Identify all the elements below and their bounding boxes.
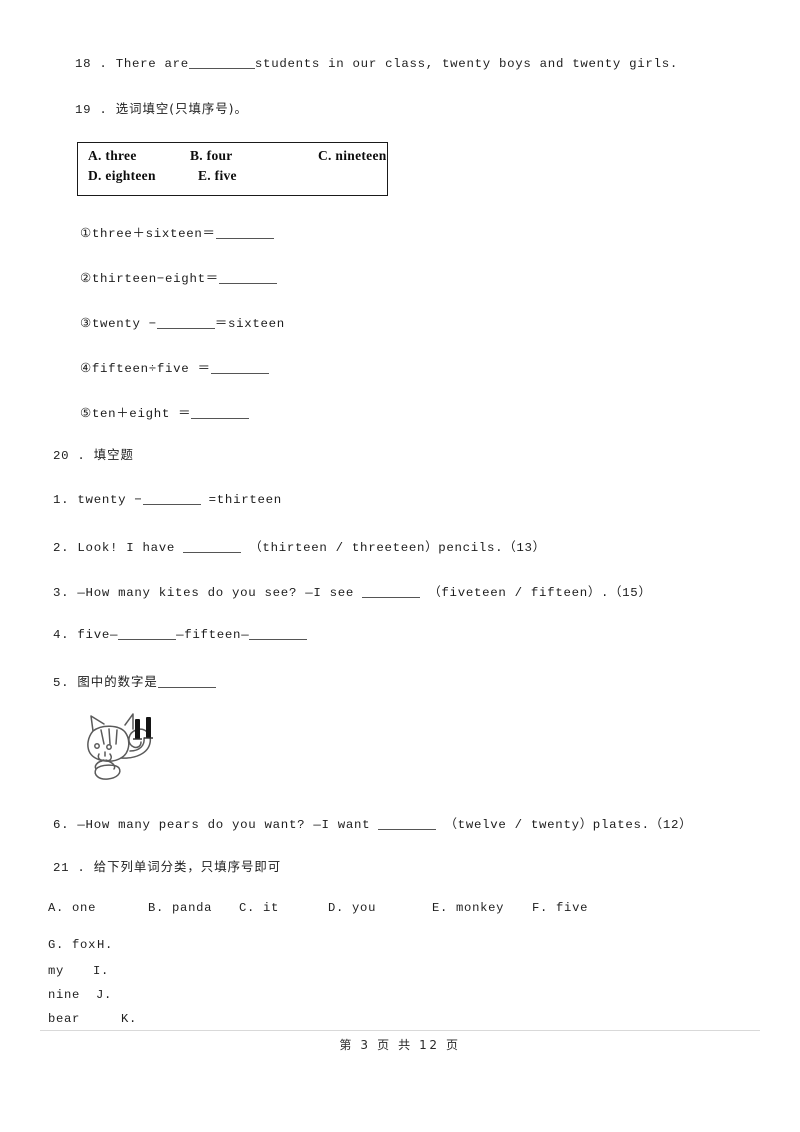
question-18-text-before: There are — [115, 57, 189, 71]
fill-item-5-before: 图中的数字是 — [77, 674, 158, 689]
word-option-e: E. monkey — [432, 901, 505, 915]
question-19-prompt: 选词填空(只填序号)。 — [115, 101, 248, 116]
question-21-heading: 21 . 给下列单词分类，只填序号即可 — [53, 859, 281, 877]
sub-item-2-before: thirteen−eight＝ — [91, 272, 219, 286]
options-row-1: A. three B. four C. nineteen — [88, 148, 387, 164]
option-e: E. five — [198, 168, 237, 183]
question-20-number: 20 . — [53, 449, 86, 463]
word-option-j-label: J. — [96, 988, 113, 1002]
answer-blank[interactable] — [362, 585, 421, 598]
word-option-b: B. panda — [148, 901, 213, 915]
fill-item-4-number: 4. — [53, 627, 70, 642]
sub-item-5-marker: ⑤ — [80, 407, 92, 421]
option-d: D. eighteen — [88, 168, 156, 183]
question-19-number: 19 . — [75, 103, 108, 117]
answer-blank[interactable] — [142, 492, 201, 505]
fill-item-2: 2. Look! I have （thirteen / threeteen）pe… — [53, 537, 546, 555]
word-option-h-label: H. — [97, 938, 114, 952]
answer-blank[interactable] — [157, 675, 216, 688]
fill-item-5: 5. 图中的数字是 — [53, 672, 216, 690]
fill-item-1-after: =thirteen — [208, 492, 282, 507]
fill-item-3-after: （fiveteen / fifteen）.（15） — [428, 586, 652, 600]
question-20-prompt: 填空题 — [93, 447, 134, 462]
word-option-k-label: K. — [121, 1012, 138, 1026]
sub-item-3-after: ＝sixteen — [214, 317, 285, 331]
word-option-c: C. it — [239, 901, 280, 915]
answer-blank[interactable] — [218, 271, 277, 284]
word-option-d: D. you — [328, 901, 377, 915]
fill-item-1: 1. twenty − =thirteen — [53, 492, 282, 507]
question-21-number: 21 . — [53, 861, 86, 875]
fill-item-4: 4. five— —fifteen— — [53, 627, 308, 642]
sub-item-1-before: three＋sixteen＝ — [91, 227, 216, 241]
sub-item-2: ②thirteen−eight＝ — [80, 268, 277, 286]
options-row-2: D. eighteen E. five — [88, 168, 237, 184]
fill-item-6-after: （twelve / twenty）plates.（12） — [444, 818, 693, 832]
word-bank-line-3: my I. — [48, 964, 109, 978]
question-18-number: 18 . — [75, 57, 108, 71]
fill-item-2-number: 2. — [53, 541, 70, 555]
word-option-g: G. fox — [48, 938, 97, 952]
answer-blank[interactable] — [183, 540, 242, 553]
question-18: 18 . There are students in our class, twe… — [75, 56, 678, 73]
word-option-h-value: my — [48, 964, 65, 978]
fill-item-2-before: Look! I have — [77, 541, 176, 555]
sub-item-1: ①three＋sixteen＝ — [80, 223, 274, 241]
answer-blank[interactable] — [156, 316, 215, 329]
answer-blank[interactable] — [215, 226, 274, 239]
answer-blank[interactable] — [249, 627, 308, 640]
question-19-heading: 19 . 选词填空(只填序号)。 — [75, 101, 248, 119]
word-bank-line-1: A. one B. panda C. it D. you E. monkey F. fiv… — [48, 901, 588, 915]
word-option-f: F. five — [532, 901, 589, 915]
sub-item-3-before: twenty − — [91, 317, 157, 331]
answer-blank[interactable] — [210, 361, 269, 374]
option-c: C. nineteen — [318, 148, 387, 163]
sub-item-4-before: fifteen÷five ＝ — [91, 362, 211, 376]
squirrel-number-image — [80, 703, 166, 781]
sub-item-3-marker: ③ — [80, 317, 92, 331]
fill-item-5-number: 5. — [53, 676, 70, 690]
fill-item-3-before: —How many kites do you see? —I see — [77, 586, 355, 600]
option-a: A. three — [88, 148, 137, 163]
word-option-j-value: bear — [48, 1012, 81, 1026]
answer-blank[interactable] — [188, 56, 255, 69]
word-bank-line-5: bear K. — [48, 1012, 137, 1026]
fill-item-2-after: （thirteen / threeteen）pencils.（13） — [249, 541, 546, 555]
word-option-i-label: I. — [93, 964, 110, 978]
fill-item-6: 6. —How many pears do you want? —I want … — [53, 814, 692, 832]
footer-divider — [40, 1030, 760, 1031]
sub-item-1-marker: ① — [80, 227, 92, 241]
answer-blank[interactable] — [191, 406, 250, 419]
answer-blank[interactable] — [378, 817, 437, 830]
sub-item-5: ⑤ten＋eight ＝ — [80, 403, 250, 421]
question-18-text-after: students in our class, twenty boys and t… — [254, 57, 678, 71]
fill-item-6-before: —How many pears do you want? —I want — [77, 818, 371, 832]
fill-item-4-middle: —fifteen— — [176, 627, 250, 642]
sub-item-4: ④fifteen÷five ＝ — [80, 358, 269, 376]
word-option-a: A. one — [48, 901, 97, 915]
word-option-i-value: nine — [48, 988, 81, 1002]
fill-item-4-before: five— — [77, 627, 119, 642]
sub-item-3: ③twenty − ＝sixteen — [80, 313, 285, 331]
options-box: A. three B. four C. nineteen D. eighteen E.… — [77, 142, 388, 196]
fill-item-1-number: 1. — [53, 492, 70, 507]
word-bank-line-4: nine J. — [48, 988, 112, 1002]
question-21-prompt: 给下列单词分类，只填序号即可 — [93, 859, 282, 874]
sub-item-4-marker: ④ — [80, 362, 92, 376]
fill-item-6-number: 6. — [53, 818, 70, 832]
fill-item-3-number: 3. — [53, 586, 70, 600]
fill-item-3: 3. —How many kites do you see? —I see （f… — [53, 582, 652, 600]
option-b: B. four — [190, 148, 233, 163]
answer-blank[interactable] — [118, 627, 177, 640]
word-bank-line-2: G. foxH. — [48, 938, 113, 952]
document-page: 18 . There are students in our class, twe… — [0, 0, 800, 1132]
number-eleven-glyph — [135, 717, 151, 739]
sub-item-2-marker: ② — [80, 272, 92, 286]
sub-item-5-before: ten＋eight ＝ — [91, 407, 192, 421]
page-footer: 第 3 页 共 12 页 — [339, 1038, 461, 1052]
fill-item-1-before: twenty − — [77, 492, 143, 507]
question-20-heading: 20 . 填空题 — [53, 447, 134, 465]
